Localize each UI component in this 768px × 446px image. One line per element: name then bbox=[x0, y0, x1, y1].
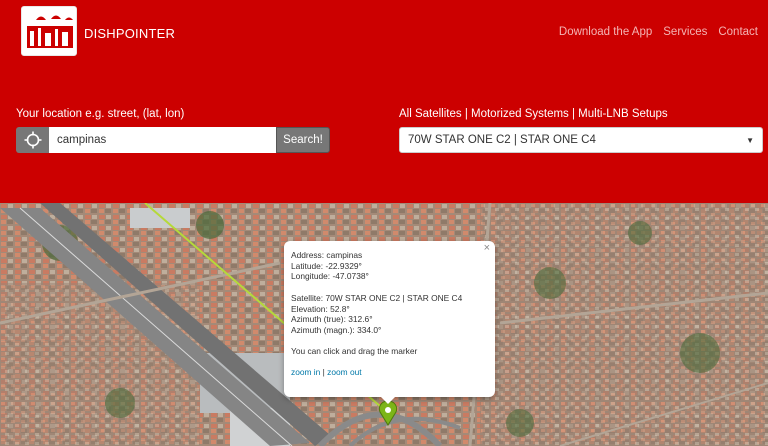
popup-zoom-links: zoom in | zoom out bbox=[291, 367, 488, 378]
location-input[interactable] bbox=[49, 127, 276, 153]
location-label: Your location e.g. street, (lat, lon) bbox=[16, 108, 185, 120]
brand-name[interactable]: DISHPOINTER bbox=[84, 26, 175, 41]
site-header: DISHPOINTER Download the App Services Co… bbox=[0, 0, 768, 203]
nav-services[interactable]: Services bbox=[663, 26, 707, 38]
nav-contact[interactable]: Contact bbox=[718, 26, 758, 38]
popup-address: Address: campinas bbox=[291, 250, 363, 260]
satellite-select[interactable]: 70W STAR ONE C2 | STAR ONE C4 ▼ bbox=[399, 127, 763, 153]
close-icon[interactable]: × bbox=[484, 243, 490, 254]
nav-download-app[interactable]: Download the App bbox=[559, 26, 652, 38]
popup-satellite: Satellite: 70W STAR ONE C2 | STAR ONE C4 bbox=[291, 292, 463, 303]
crosshair-icon bbox=[24, 131, 41, 149]
zoom-out-link[interactable]: zoom out bbox=[327, 367, 361, 377]
satellite-selected-value: 70W STAR ONE C2 | STAR ONE C4 bbox=[408, 134, 596, 146]
search-button[interactable]: Search! bbox=[276, 127, 330, 153]
logo[interactable] bbox=[21, 6, 77, 56]
locate-button[interactable] bbox=[16, 127, 49, 153]
zoom-in-link[interactable]: zoom in bbox=[291, 367, 320, 377]
popup-hint: You can click and drag the marker bbox=[291, 346, 418, 357]
popup-tip bbox=[380, 396, 396, 404]
top-nav: Download the App Services Contact bbox=[559, 26, 758, 38]
popup-azimuth-magn: Azimuth (magn.): 334.0° bbox=[291, 324, 382, 335]
location-search: Search! bbox=[16, 127, 330, 153]
popup-longitude: Longitude: -47.0738° bbox=[291, 271, 369, 282]
popup-azimuth-true: Azimuth (true): 312.6° bbox=[291, 314, 373, 325]
popup-elevation: Elevation: 52.8° bbox=[291, 303, 350, 314]
satellite-links[interactable]: All Satellites | Motorized Systems | Mul… bbox=[399, 108, 668, 120]
caret-down-icon: ▼ bbox=[746, 135, 754, 145]
popup-latitude: Latitude: -22.9329° bbox=[291, 260, 362, 271]
map-info-popup: × Address: campinas Latitude: -22.9329° … bbox=[284, 241, 495, 397]
